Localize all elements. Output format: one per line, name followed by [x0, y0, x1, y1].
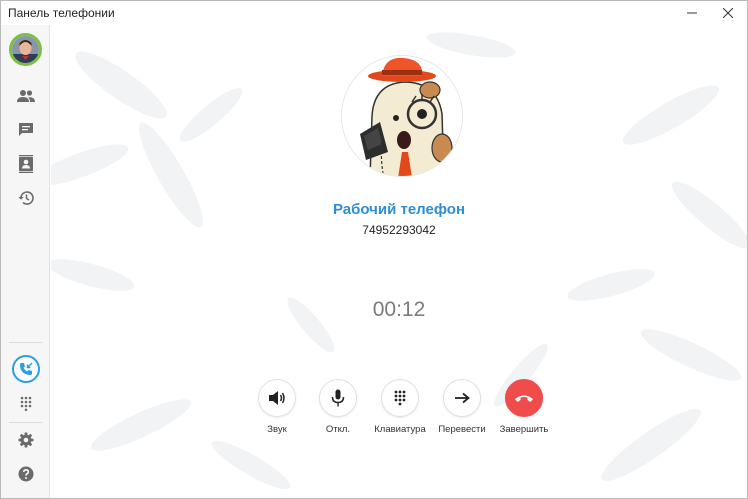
transfer-label: Перевести [438, 424, 486, 435]
hang-up-icon [515, 395, 533, 402]
end-call-label: Завершить [499, 424, 549, 435]
help-button[interactable] [13, 461, 39, 487]
chat-button[interactable] [13, 117, 39, 143]
keypad-button[interactable] [381, 379, 419, 417]
window-title: Панель телефонии [8, 6, 115, 20]
contacts-icon [17, 90, 35, 102]
telephony-window: Панель телефонии Рабочий телефон 7495229… [0, 0, 748, 499]
dialpad-button[interactable] [13, 390, 39, 416]
user-photo [12, 36, 39, 63]
sound-label: Звук [267, 424, 287, 435]
sound-button[interactable] [258, 379, 296, 417]
dialpad-icon [20, 396, 32, 411]
help-icon [18, 466, 34, 482]
transfer-action: Перевести [427, 379, 497, 435]
sidebar-divider [9, 342, 42, 343]
contact-avatar [341, 55, 463, 177]
history-button[interactable] [13, 185, 39, 211]
end-call-button[interactable] [505, 379, 543, 417]
sidebar-divider [9, 422, 42, 423]
history-icon [18, 191, 34, 205]
settings-button[interactable] [13, 427, 39, 453]
mute-label: Откл. [325, 424, 351, 435]
transfer-button[interactable] [443, 379, 481, 417]
active-call-button[interactable] [12, 355, 40, 383]
contact-sticker [342, 56, 462, 176]
contact-number: 74952293042 [362, 223, 436, 237]
close-button[interactable] [713, 1, 743, 25]
mute-button[interactable] [319, 379, 357, 417]
end-call-action: Завершить [489, 379, 559, 435]
dialpad-icon [394, 390, 406, 406]
keypad-label: Клавиатура [374, 424, 426, 435]
active-call-icon [20, 362, 33, 375]
chat-icon [19, 123, 33, 136]
address-book-icon [19, 155, 33, 173]
microphone-icon [331, 389, 345, 407]
contacts-button[interactable] [13, 83, 39, 109]
gear-icon [18, 432, 34, 448]
call-timer: 00:12 [372, 298, 426, 321]
arrow-right-icon [455, 392, 470, 404]
close-icon [723, 8, 733, 18]
title-bar: Панель телефонии [1, 1, 747, 25]
sound-action: Звук [242, 379, 312, 435]
speaker-icon [269, 391, 285, 405]
address-book-button[interactable] [13, 151, 39, 177]
sidebar [1, 25, 50, 498]
mute-action: Откл. [303, 379, 373, 435]
contact-name: Рабочий телефон [332, 201, 466, 218]
minimize-button[interactable] [677, 1, 707, 25]
minimize-icon [687, 12, 697, 14]
call-panel: Рабочий телефон 74952293042 00:12 Звук О… [51, 25, 747, 498]
user-avatar[interactable] [9, 33, 42, 66]
keypad-action: Клавиатура [365, 379, 435, 435]
